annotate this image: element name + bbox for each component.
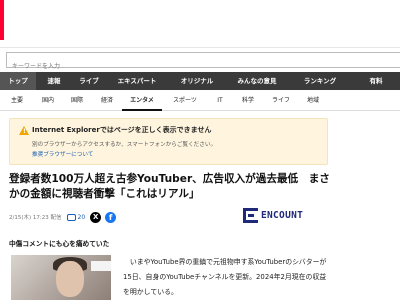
article-headline: 登録者数100万人超え古参YouTuber、広告収入が過去最低 まさかの金額に視… <box>9 173 330 200</box>
nav-item-breaking[interactable]: 速報 <box>36 72 72 90</box>
publish-date: 2/15(木) 17:23 配信 <box>9 215 62 221</box>
facebook-share-icon[interactable]: f <box>105 211 117 223</box>
subnav-item-sports[interactable]: スポーツ <box>162 90 208 111</box>
top-header <box>0 0 400 48</box>
x-share-icon[interactable]: X <box>90 211 102 223</box>
nav-item-ranking[interactable]: ランキング <box>288 72 352 90</box>
subnav-item-life[interactable]: ライフ <box>264 90 298 111</box>
article-meta: 2/15(木) 17:23 配信 20 X f <box>9 211 117 223</box>
article-section-heading: 中傷コメントにも心を痛めていた <box>9 240 110 248</box>
subnav-item-local[interactable]: 地域 <box>298 90 328 111</box>
warning-icon: ! <box>19 126 29 135</box>
recommended-browsers-link[interactable]: 推奨ブラウザーについて <box>32 150 93 158</box>
article-body: いまやYouTube界の重鎮で元祖物申す系YouTuberのシバターが15日、自… <box>123 258 327 296</box>
source-name: ENCOUNT <box>261 210 304 221</box>
encount-mark-icon <box>243 208 258 223</box>
category-nav: 主要 国内 国際 経済 エンタメ スポーツ IT 科学 ライフ 地域 <box>0 90 400 111</box>
nav-item-live[interactable]: ライブ <box>72 72 106 90</box>
warning-message: 別のブラウザーからアクセスするか、スマートフォンからご覧ください。 <box>32 142 217 148</box>
nav-item-top[interactable]: トップ <box>0 72 36 90</box>
subnav-item-it[interactable]: IT <box>208 90 232 111</box>
site-logo-edge[interactable] <box>0 0 4 40</box>
source-logo[interactable]: ENCOUNT <box>243 208 303 223</box>
nav-item-expert[interactable]: エキスパート <box>106 72 168 90</box>
main-nav: トップ 速報 ライブ エキスパート オリジナル みんなの意見 ランキング 有料 <box>0 72 400 90</box>
subnav-item-economy[interactable]: 経済 <box>92 90 122 111</box>
browser-warning: ! Internet Explorerではページを正しく表示できません 別のブラ… <box>9 118 328 165</box>
comment-icon <box>66 213 76 221</box>
search-box[interactable] <box>6 52 400 74</box>
subnav-item-main[interactable]: 主要 <box>0 90 34 111</box>
article-photo[interactable] <box>11 255 111 300</box>
comments-link[interactable]: 20 <box>66 213 86 221</box>
nav-item-original[interactable]: オリジナル <box>168 72 226 90</box>
nav-item-opinions[interactable]: みんなの意見 <box>226 72 288 90</box>
subnav-item-entertainment[interactable]: エンタメ <box>122 90 162 111</box>
subnav-item-science[interactable]: 科学 <box>232 90 264 111</box>
nav-item-paid[interactable]: 有料 <box>352 72 400 90</box>
comment-count: 20 <box>77 213 86 221</box>
warning-title: Internet Explorerではページを正しく表示できません <box>32 126 212 134</box>
subnav-item-domestic[interactable]: 国内 <box>34 90 62 111</box>
subnav-item-international[interactable]: 国際 <box>62 90 92 111</box>
